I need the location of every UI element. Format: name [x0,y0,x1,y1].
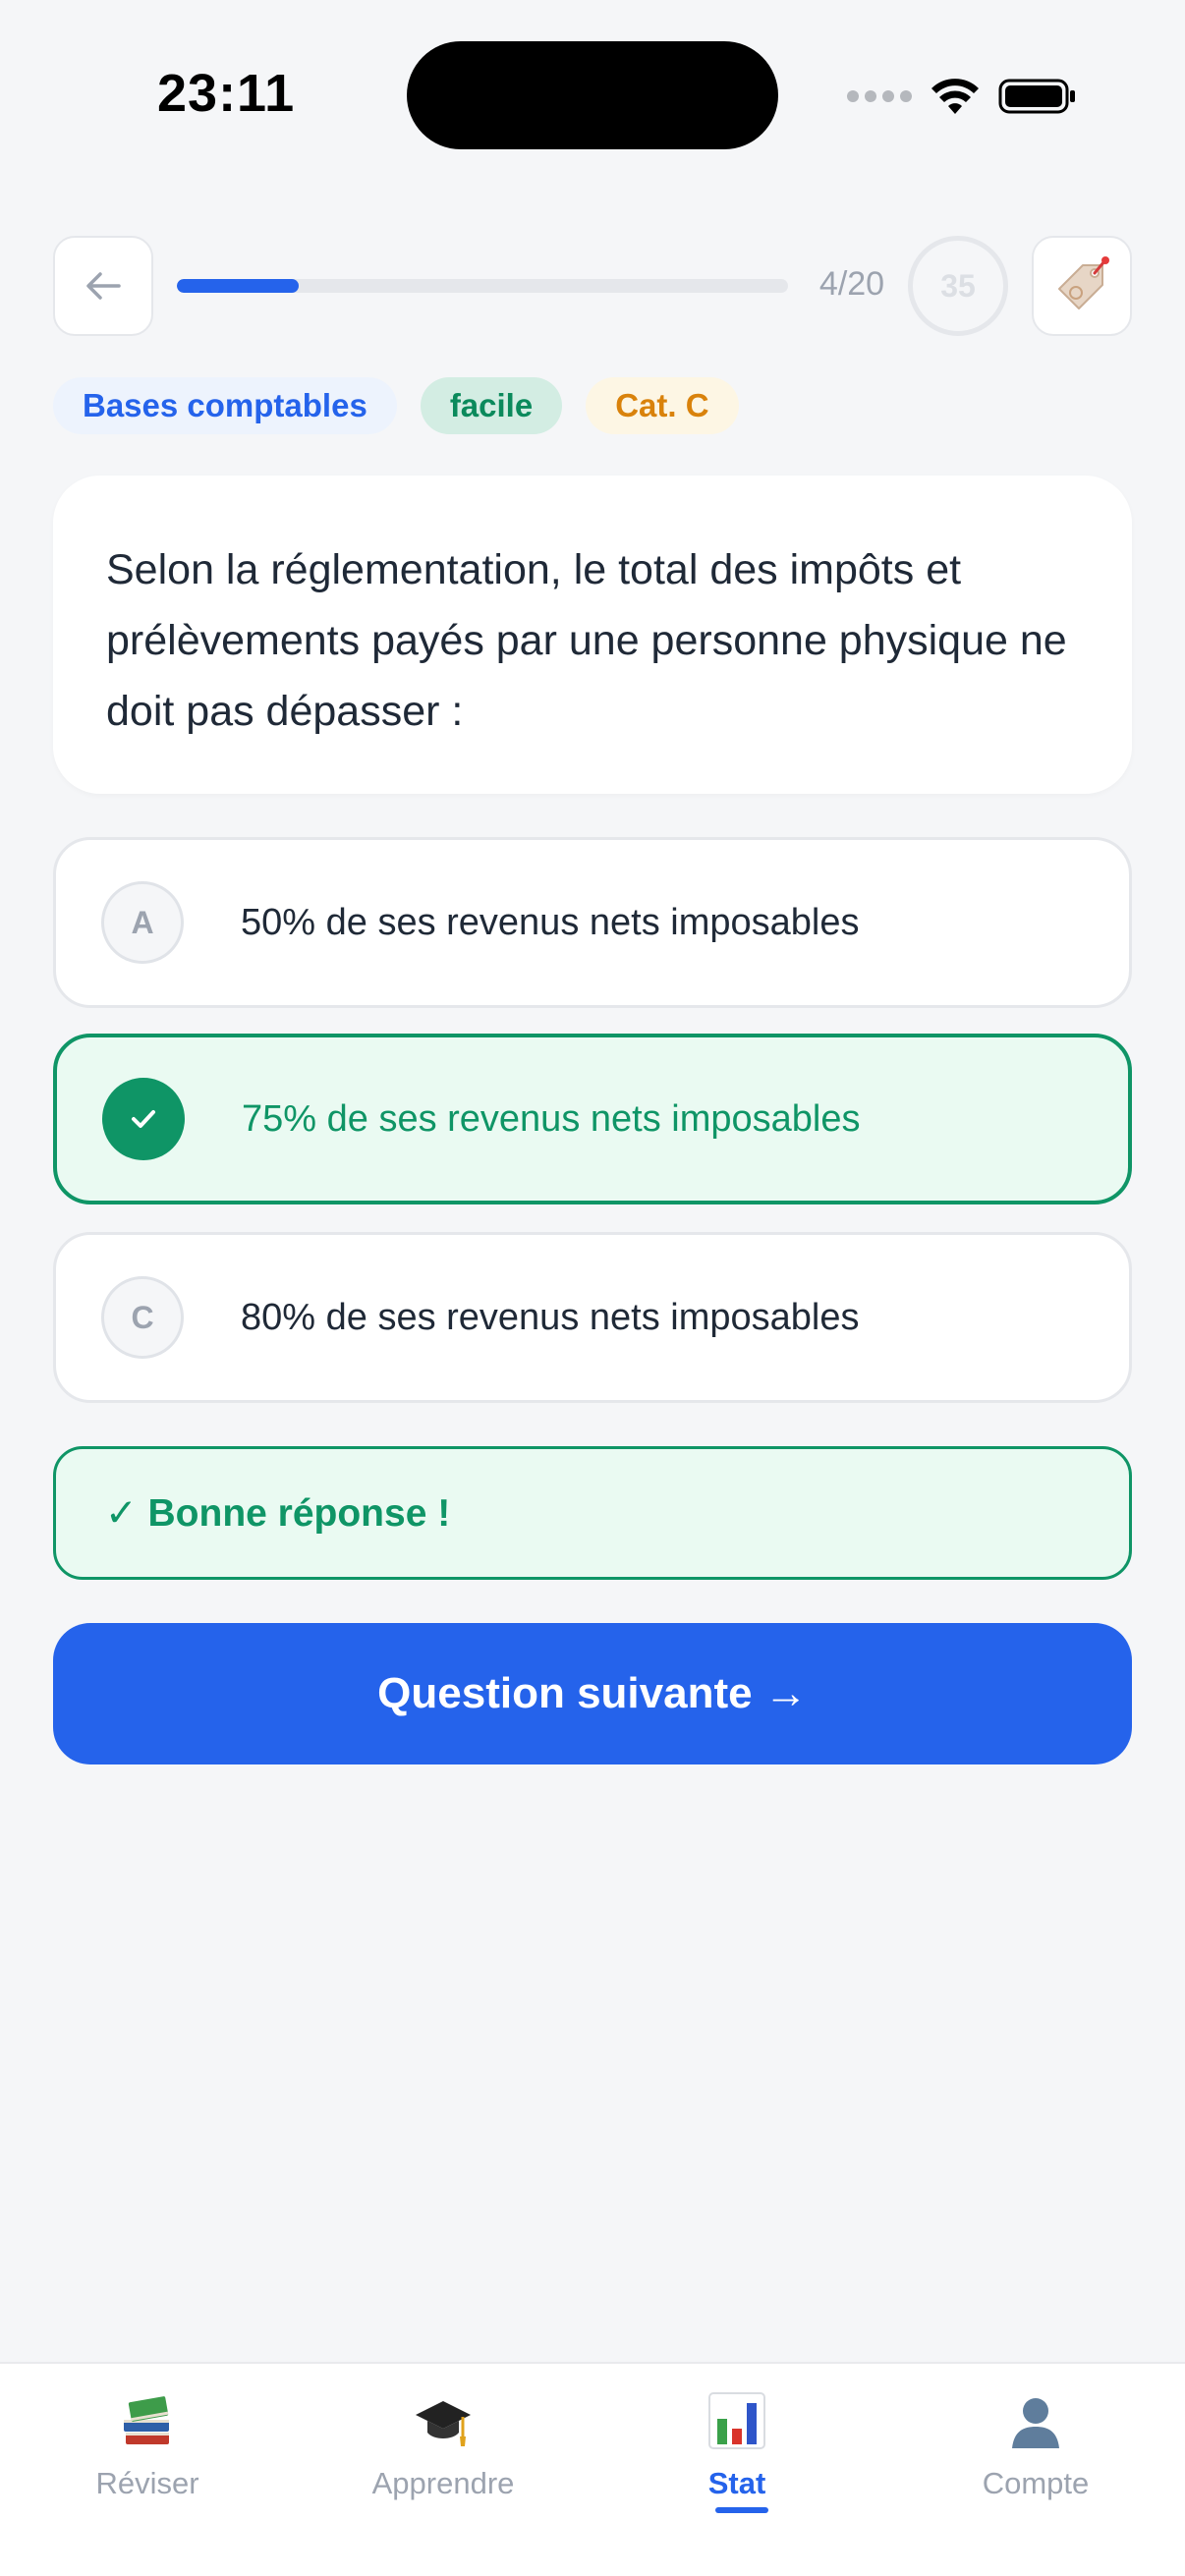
tab-label: Apprendre [371,2466,515,2500]
user-icon [1012,2398,1059,2448]
tab-compte[interactable]: Compte [888,2381,1183,2529]
back-button[interactable] [53,236,153,336]
option-text: 75% de ses revenus nets imposables [242,1097,861,1140]
difficulty-chip: facile [420,377,563,434]
tab-bar: Réviser Apprendre Stat Compte [0,2362,1185,2576]
tab-label: Réviser [95,2466,199,2500]
cellular-signal-icon [847,90,912,102]
quiz-screen: 23:11 4/20 35 Bases comptables facile Ca… [0,0,1185,2576]
graduation-cap-icon [416,2401,471,2446]
question-tags: Bases comptables facile Cat. C [53,377,739,434]
tab-reviser[interactable]: Réviser [0,2381,295,2529]
arrow-left-icon [86,272,121,300]
option-text: 80% de ses revenus nets imposables [241,1296,860,1338]
dynamic-island [407,41,778,149]
question-card: Selon la réglementation, le total des im… [53,476,1132,794]
status-time: 23:11 [157,64,296,123]
books-icon [124,2396,169,2444]
progress-fill [177,279,300,293]
option-a[interactable]: A 50% de ses revenus nets imposables [53,837,1132,1008]
active-tab-indicator [715,2507,768,2513]
question-text: Selon la réglementation, le total des im… [106,546,1067,735]
progress-count: 4/20 [818,265,885,303]
category-chip: Cat. C [586,377,739,434]
option-letter: C [101,1276,184,1359]
progress-bar [177,279,788,293]
next-question-button[interactable]: Question suivante → [53,1623,1132,1764]
option-text: 50% de ses revenus nets imposables [241,901,860,943]
status-icons [847,73,1077,120]
tab-label: Compte [982,2466,1090,2500]
checkmark-icon [102,1078,185,1160]
option-letter: A [101,881,184,964]
tag-button[interactable] [1032,236,1132,336]
tab-label: Stat [707,2466,766,2500]
battery-icon [998,79,1075,114]
option-b[interactable]: 75% de ses revenus nets imposables [53,1034,1132,1204]
wifi-icon [931,79,979,114]
option-c[interactable]: C 80% de ses revenus nets imposables [53,1232,1132,1403]
topic-chip: Bases comptables [53,377,397,434]
timer: 35 [908,236,1008,336]
feedback-banner: ✓ Bonne réponse ! [53,1446,1132,1580]
tab-apprendre[interactable]: Apprendre [296,2381,591,2529]
tag-icon [1058,256,1109,309]
bar-chart-icon [708,2392,765,2449]
